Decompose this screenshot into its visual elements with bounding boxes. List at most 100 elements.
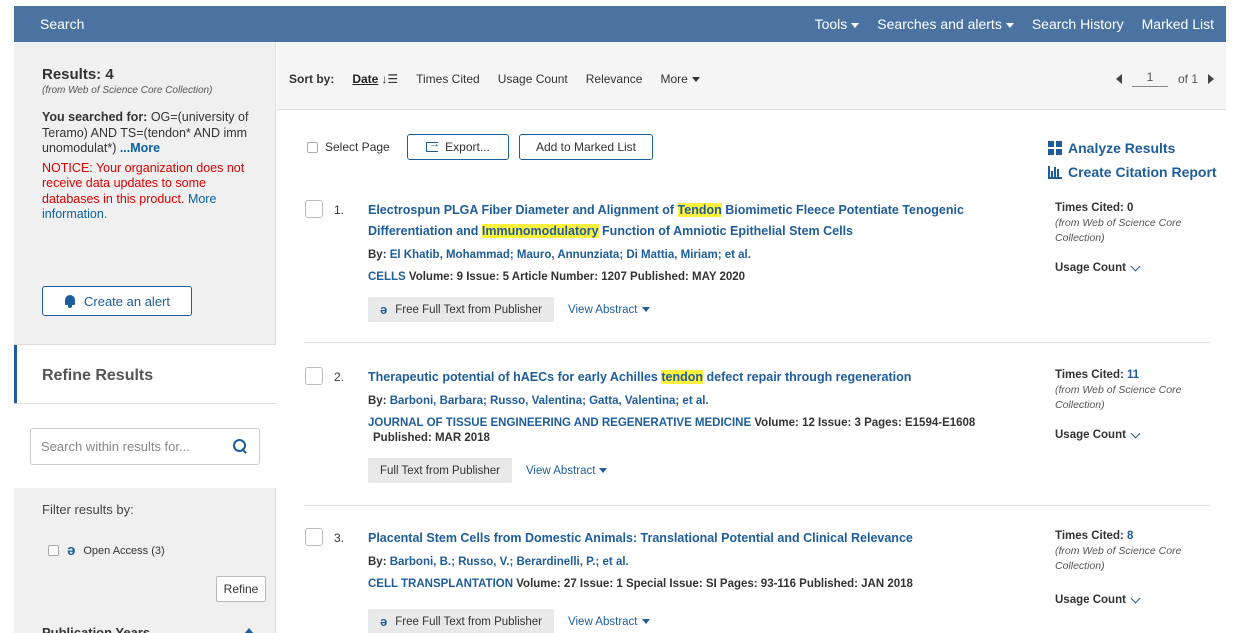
caret-down-icon (851, 22, 860, 28)
published-date: Published: MAR 2018 (373, 432, 490, 444)
record-body: Placental Stem Cells from Domestic Anima… (368, 528, 1028, 633)
top-nav-bar: Search Tools Searches and alerts Search … (14, 6, 1226, 42)
open-access-checkbox[interactable] (48, 545, 59, 556)
results-count: Results: 4 (42, 66, 114, 83)
page-number-input[interactable]: 1 (1131, 70, 1168, 87)
record-metrics: Times Cited: 8 (from Web of Science Core… (1055, 530, 1215, 606)
times-cited: Times Cited: 11 (1055, 369, 1140, 381)
results-main: Sort by: Date ↓☰ Times Cited Usage Count … (277, 42, 1226, 633)
marked-list-link[interactable]: Marked List (1142, 16, 1214, 32)
sort-options: Sort by: Date ↓☰ Times Cited Usage Count … (289, 72, 700, 86)
record-actions: ə Free Full Text from Publisher View Abst… (368, 609, 1028, 633)
record-checkbox[interactable] (305, 528, 323, 546)
times-cited-source: (from Web of Science Core Collection) (1055, 545, 1182, 572)
authors-link[interactable]: El Khatib, Mohammad; Mauro, Annunziata; … (390, 249, 751, 261)
next-page-icon[interactable] (1208, 73, 1214, 84)
view-abstract-link[interactable]: View Abstract (568, 304, 650, 316)
highlight: Tendon (677, 203, 722, 217)
search-history-link[interactable]: Search History (1032, 16, 1124, 32)
record-title[interactable]: Electrospun PLGA Fiber Diameter and Alig… (368, 200, 1028, 242)
collapse-icon[interactable] (244, 628, 254, 633)
authors-link[interactable]: Barboni, B.; Russo, V.; Berardinelli, P.… (390, 556, 629, 568)
export-button[interactable]: Export... (407, 134, 509, 160)
record-actions: Full Text from Publisher View Abstract (368, 458, 1028, 483)
open-access-icon: ə (67, 542, 76, 559)
sort-times-cited[interactable]: Times Cited (416, 72, 480, 86)
times-cited-link[interactable]: 8 (1127, 530, 1133, 542)
results-source: (from Web of Science Core Collection) (42, 85, 213, 96)
record-actions: ə Free Full Text from Publisher View Abst… (368, 297, 1028, 322)
sort-relevance[interactable]: Relevance (586, 72, 643, 86)
usage-count-toggle[interactable]: Usage Count (1055, 261, 1215, 274)
record-source: CELL TRANSPLANTATION Volume: 27 Issue: 1… (368, 578, 913, 590)
chevron-down-icon (1130, 428, 1141, 438)
times-cited-source: (from Web of Science Core Collection) (1055, 384, 1182, 411)
record-divider (305, 505, 1210, 506)
record-authors: By: El Khatib, Mohammad; Mauro, Annunzia… (368, 249, 751, 261)
journal-link[interactable]: CELLS (368, 271, 406, 283)
analyze-icon (1048, 141, 1062, 155)
sidebar: Results: 4 (from Web of Science Core Col… (14, 42, 276, 633)
refine-button[interactable]: Refine (216, 576, 266, 602)
record-body: Electrospun PLGA Fiber Diameter and Alig… (368, 200, 1028, 322)
publication-years-header[interactable]: Publication Years (42, 625, 150, 633)
refine-accent (14, 345, 17, 403)
page-total: of 1 (1177, 71, 1198, 86)
journal-link[interactable]: CELL TRANSPLANTATION (368, 578, 513, 590)
analyze-results-link[interactable]: Analyze Results (1048, 140, 1175, 156)
select-page-checkbox[interactable] (307, 141, 318, 153)
citation-report-link[interactable]: Create Citation Report (1048, 164, 1217, 180)
query-more-link[interactable]: ...More (120, 141, 160, 155)
record-source: JOURNAL OF TISSUE ENGINEERING AND REGENE… (368, 417, 976, 444)
searched-for: You searched for: OG=(university of Tera… (42, 110, 249, 155)
tools-menu[interactable]: Tools (815, 16, 860, 32)
refine-divider (14, 403, 276, 404)
record-title[interactable]: Therapeutic potential of hAECs for early… (368, 367, 1028, 388)
searches-alerts-menu[interactable]: Searches and alerts (877, 16, 1014, 32)
open-access-filter: ə Open Access (3) (48, 542, 165, 559)
sort-usage-count[interactable]: Usage Count (498, 72, 568, 86)
view-abstract-link[interactable]: View Abstract (526, 465, 608, 477)
highlight: tendon (661, 370, 704, 384)
export-icon (426, 138, 440, 152)
search-within-input[interactable] (31, 429, 221, 464)
top-nav: Tools Searches and alerts Search History… (815, 16, 1214, 32)
caret-down-icon (641, 307, 650, 312)
add-to-marked-list-button[interactable]: Add to Marked List (519, 134, 653, 160)
results-summary: Results: 4 (from Web of Science Core Col… (14, 42, 275, 223)
usage-count-toggle[interactable]: Usage Count (1055, 428, 1215, 441)
full-text-button[interactable]: ə Free Full Text from Publisher (368, 297, 555, 322)
sort-date[interactable]: Date ↓☰ (352, 72, 398, 86)
usage-count-toggle[interactable]: Usage Count (1055, 593, 1215, 606)
record-authors: By: Barboni, Barbara; Russo, Valentina; … (368, 395, 709, 407)
authors-link[interactable]: Barboni, Barbara; Russo, Valentina; Gatt… (390, 395, 709, 407)
search-nav-link[interactable]: Search (40, 16, 84, 32)
create-alert-button[interactable]: Create an alert (42, 286, 192, 316)
open-access-icon: ə (380, 302, 388, 317)
journal-link[interactable]: JOURNAL OF TISSUE ENGINEERING AND REGENE… (368, 417, 751, 429)
bar-chart-icon (1048, 165, 1062, 179)
view-abstract-link[interactable]: View Abstract (568, 616, 650, 628)
record-checkbox[interactable] (305, 200, 323, 218)
times-cited-source: (from Web of Science Core Collection) (1055, 217, 1182, 244)
select-page[interactable]: Select Page (307, 140, 390, 154)
record-checkbox[interactable] (305, 367, 323, 385)
full-text-button[interactable]: ə Free Full Text from Publisher (368, 609, 555, 633)
full-text-button[interactable]: Full Text from Publisher (368, 458, 512, 483)
sort-bar: Sort by: Date ↓☰ Times Cited Usage Count … (277, 42, 1226, 110)
search-within-box (30, 428, 260, 465)
sort-more[interactable]: More (660, 72, 700, 86)
bell-icon (64, 294, 76, 308)
record-metrics: Times Cited: 0 (from Web of Science Core… (1055, 202, 1215, 274)
notice-text: NOTICE: Your organization does not recei… (42, 160, 245, 222)
sort-desc-icon: ↓☰ (381, 72, 399, 86)
record-authors: By: Barboni, B.; Russo, V.; Berardinelli… (368, 556, 629, 568)
caret-down-icon (1005, 22, 1014, 28)
refine-panel: Refine Results (14, 344, 276, 488)
times-cited-link[interactable]: 11 (1127, 369, 1139, 381)
record-title[interactable]: Placental Stem Cells from Domestic Anima… (368, 528, 1028, 549)
prev-page-icon[interactable] (1115, 73, 1122, 84)
record-number: 2. (334, 370, 345, 384)
record-number: 3. (334, 531, 345, 545)
search-icon[interactable] (233, 439, 247, 453)
